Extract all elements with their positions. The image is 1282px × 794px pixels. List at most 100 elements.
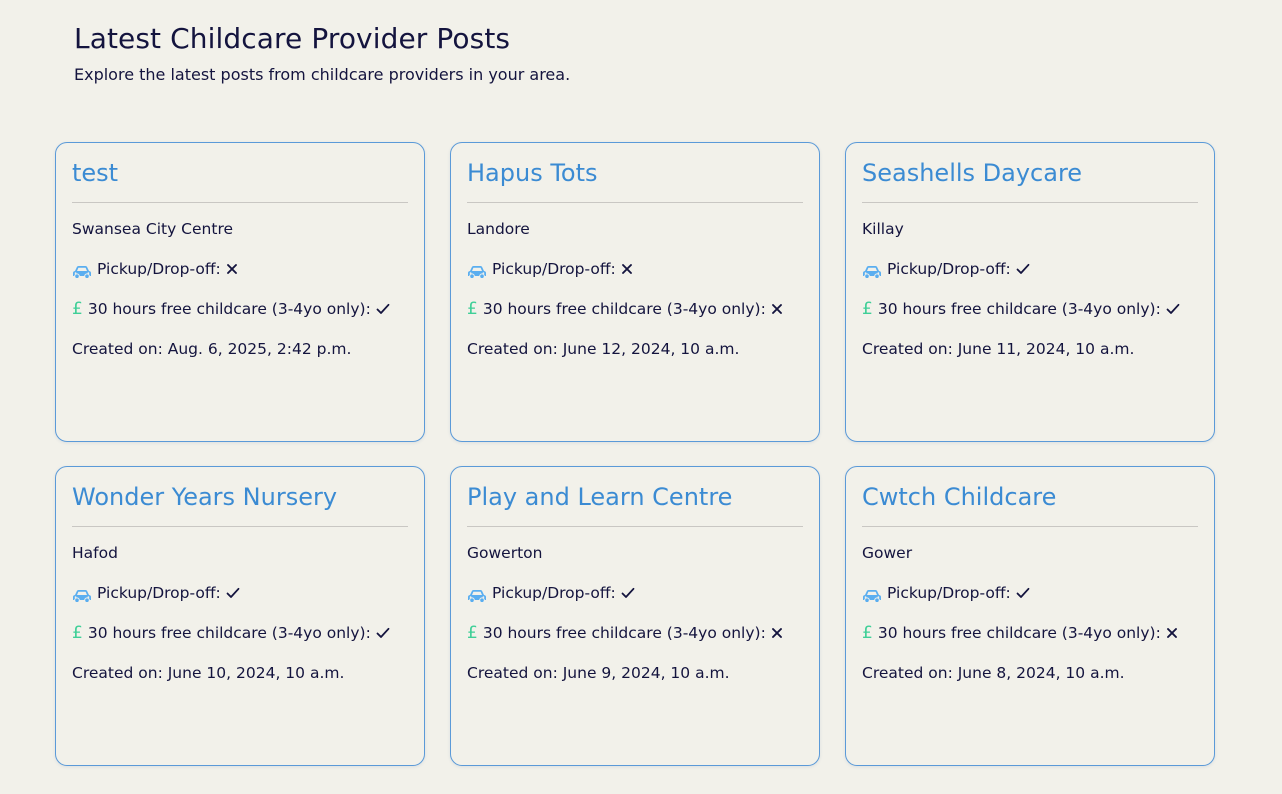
page-header: Latest Childcare Provider Posts Explore … <box>74 22 570 84</box>
posts-grid: test Swansea City Centre Pickup/Drop-off… <box>55 142 1215 766</box>
post-location-row: Landore <box>467 217 803 241</box>
pickup-check-icon <box>1016 263 1030 275</box>
created-date: June 11, 2024, 10 a.m. <box>957 340 1135 358</box>
divider <box>72 202 408 203</box>
created-label: Created on: <box>862 664 958 682</box>
created-date: Aug. 6, 2025, 2:42 p.m. <box>167 340 352 358</box>
created-row: Created on: June 11, 2024, 10 a.m. <box>862 337 1198 361</box>
pound-icon: £ <box>862 623 873 643</box>
free-hours-row: £ 30 hours free childcare (3-4yo only): <box>467 297 803 321</box>
post-card[interactable]: Wonder Years Nursery Hafod Pickup/Drop-o… <box>55 466 425 766</box>
pickup-label: Pickup/Drop-off: <box>887 584 1011 602</box>
pickup-row: Pickup/Drop-off: <box>467 581 803 605</box>
free-hours-label: 30 hours free childcare (3-4yo only): <box>877 624 1161 642</box>
car-icon <box>862 586 882 603</box>
pickup-label: Pickup/Drop-off: <box>887 260 1011 278</box>
divider <box>72 526 408 527</box>
page: Latest Childcare Provider Posts Explore … <box>0 0 1282 794</box>
pickup-row: Pickup/Drop-off: <box>862 257 1198 281</box>
post-title[interactable]: Seashells Daycare <box>862 157 1198 189</box>
post-title[interactable]: Wonder Years Nursery <box>72 481 408 513</box>
created-row: Created on: June 8, 2024, 10 a.m. <box>862 661 1198 685</box>
post-title[interactable]: Cwtch Childcare <box>862 481 1198 513</box>
free-hours-row: £ 30 hours free childcare (3-4yo only): <box>72 297 408 321</box>
car-icon <box>862 262 882 279</box>
pickup-label: Pickup/Drop-off: <box>492 584 616 602</box>
post-location-row: Hafod <box>72 541 408 565</box>
pickup-row: Pickup/Drop-off: <box>862 581 1198 605</box>
free-hours-row: £ 30 hours free childcare (3-4yo only): <box>862 621 1198 645</box>
free-hours-label: 30 hours free childcare (3-4yo only): <box>482 624 766 642</box>
post-location-row: Gowerton <box>467 541 803 565</box>
pickup-label: Pickup/Drop-off: <box>97 260 221 278</box>
pickup-cross-icon <box>621 263 633 275</box>
pound-icon: £ <box>467 299 478 319</box>
pickup-row: Pickup/Drop-off: <box>72 581 408 605</box>
free-hours-check-icon <box>376 303 390 315</box>
free-hours-row: £ 30 hours free childcare (3-4yo only): <box>862 297 1198 321</box>
pound-icon: £ <box>467 623 478 643</box>
pickup-row: Pickup/Drop-off: <box>72 257 408 281</box>
created-date: June 10, 2024, 10 a.m. <box>167 664 345 682</box>
post-location-row: Killay <box>862 217 1198 241</box>
car-icon <box>467 586 487 603</box>
free-hours-row: £ 30 hours free childcare (3-4yo only): <box>72 621 408 645</box>
post-location-row: Gower <box>862 541 1198 565</box>
free-hours-label: 30 hours free childcare (3-4yo only): <box>87 624 371 642</box>
pound-icon: £ <box>72 623 83 643</box>
post-location: Gower <box>862 544 913 562</box>
created-date: June 12, 2024, 10 a.m. <box>562 340 740 358</box>
created-row: Created on: Aug. 6, 2025, 2:42 p.m. <box>72 337 408 361</box>
post-card[interactable]: Play and Learn Centre Gowerton Pickup/Dr… <box>450 466 820 766</box>
created-date: June 9, 2024, 10 a.m. <box>562 664 730 682</box>
created-row: Created on: June 10, 2024, 10 a.m. <box>72 661 408 685</box>
created-label: Created on: <box>467 664 563 682</box>
post-location: Gowerton <box>467 544 543 562</box>
created-label: Created on: <box>467 340 563 358</box>
created-label: Created on: <box>862 340 958 358</box>
post-card[interactable]: Seashells Daycare Killay Pickup/Drop-off… <box>845 142 1215 442</box>
divider <box>862 526 1198 527</box>
created-date: June 8, 2024, 10 a.m. <box>957 664 1125 682</box>
post-title[interactable]: Play and Learn Centre <box>467 481 803 513</box>
pickup-label: Pickup/Drop-off: <box>492 260 616 278</box>
free-hours-row: £ 30 hours free childcare (3-4yo only): <box>467 621 803 645</box>
post-title[interactable]: Hapus Tots <box>467 157 803 189</box>
car-icon <box>72 586 92 603</box>
post-location: Swansea City Centre <box>72 220 234 238</box>
free-hours-check-icon <box>376 627 390 639</box>
created-row: Created on: June 9, 2024, 10 a.m. <box>467 661 803 685</box>
divider <box>862 202 1198 203</box>
post-location: Hafod <box>72 544 118 562</box>
post-title[interactable]: test <box>72 157 408 189</box>
created-label: Created on: <box>72 664 168 682</box>
pickup-check-icon <box>621 587 635 599</box>
created-row: Created on: June 12, 2024, 10 a.m. <box>467 337 803 361</box>
post-card[interactable]: test Swansea City Centre Pickup/Drop-off… <box>55 142 425 442</box>
free-hours-cross-icon <box>771 303 783 315</box>
pound-icon: £ <box>862 299 873 319</box>
free-hours-label: 30 hours free childcare (3-4yo only): <box>87 300 371 318</box>
free-hours-check-icon <box>1166 303 1180 315</box>
pickup-label: Pickup/Drop-off: <box>97 584 221 602</box>
post-location: Killay <box>862 220 904 238</box>
free-hours-label: 30 hours free childcare (3-4yo only): <box>877 300 1161 318</box>
pickup-check-icon <box>1016 587 1030 599</box>
pound-icon: £ <box>72 299 83 319</box>
free-hours-cross-icon <box>771 627 783 639</box>
free-hours-cross-icon <box>1166 627 1178 639</box>
pickup-check-icon <box>226 587 240 599</box>
post-card[interactable]: Cwtch Childcare Gower Pickup/Drop-off: £… <box>845 466 1215 766</box>
page-title: Latest Childcare Provider Posts <box>74 22 511 55</box>
divider <box>467 202 803 203</box>
divider <box>467 526 803 527</box>
post-card[interactable]: Hapus Tots Landore Pickup/Drop-off: £ 30… <box>450 142 820 442</box>
pickup-cross-icon <box>226 263 238 275</box>
created-label: Created on: <box>72 340 168 358</box>
page-subtitle: Explore the latest posts from childcare … <box>74 65 571 84</box>
pickup-row: Pickup/Drop-off: <box>467 257 803 281</box>
car-icon <box>72 262 92 279</box>
car-icon <box>467 262 487 279</box>
free-hours-label: 30 hours free childcare (3-4yo only): <box>482 300 766 318</box>
post-location: Landore <box>467 220 530 238</box>
